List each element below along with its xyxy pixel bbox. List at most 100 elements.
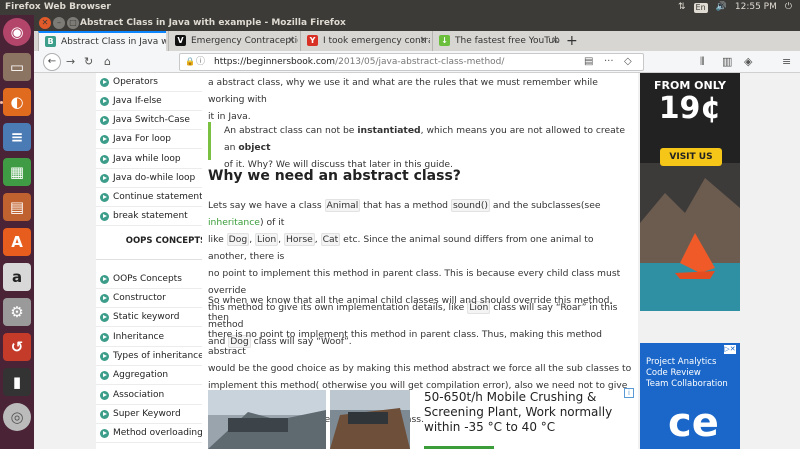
sidebar-link-label: Method overloading [113,428,203,438]
clock[interactable]: 12:55 PM [735,0,777,15]
close-tab-icon[interactable]: ✕ [551,31,559,51]
files-icon[interactable]: ▭ [3,53,31,81]
dash-icon[interactable]: ◉ [3,18,31,46]
bullet-arrow-icon [100,78,109,87]
right-advertisement-bottom[interactable]: ▷✕ Project Analytics Code Review Team Co… [640,343,740,449]
code-term: Horse [284,233,315,246]
tab-i-took-emergency[interactable]: Y I took emergency contra ✕ [300,31,430,51]
ad-image[interactable] [208,390,326,449]
favicon-icon: V [175,35,186,46]
reload-button[interactable]: ↻ [84,54,93,70]
bullet-arrow-icon [100,333,109,342]
tab-emergency-contraception[interactable]: V Emergency Contraceptio ✕ [168,31,298,51]
bullet-arrow-icon [100,429,109,438]
text: like [208,234,227,245]
navigation-bar: ← → ↻ ⌂ ⓘ 🔒 https://beginnersbook.com/20… [34,51,800,73]
dvd-icon[interactable]: ◎ [3,403,31,431]
quote-bold: object [238,142,271,153]
settings-icon[interactable]: ⚙ [3,298,31,326]
calc-icon[interactable]: ▦ [3,158,31,186]
bullet-arrow-icon [100,193,109,202]
sidebar-link-label: Association [113,390,165,400]
url-path: /2013/05/java-abstract-class-method/ [335,57,505,67]
sidebar-toggle-icon[interactable]: ▥ [722,54,732,70]
site-info-icon[interactable]: ⓘ [196,54,205,70]
article-content: a abstract class, why we use it and what… [202,73,638,449]
text: ) of it [259,217,285,228]
url-bar[interactable]: ⓘ 🔒 https://beginnersbook.com/2013/05/ja… [179,53,644,71]
paragraph-line: like Dog, Lion, Horse, Cat etc. Since th… [208,231,632,265]
ad-headline[interactable]: 50-650t/h Mobile Crushing & Screening Pl… [424,390,634,435]
new-tab-button[interactable]: + [566,31,578,51]
back-button[interactable]: ← [43,53,61,71]
sidebar-link-label: Java while loop [113,154,181,164]
sidebar-link-label: Java Switch-Case [113,115,190,125]
right-advertisement-top[interactable]: FROM ONLY 19¢ VISIT US [640,73,740,311]
ad-image[interactable] [330,390,410,449]
code-term: Lion [255,233,279,246]
bullet-arrow-icon [100,116,109,125]
bullet-arrow-icon [100,174,109,183]
ad-info-icon[interactable]: i [624,388,634,398]
menu-icon[interactable]: ≡ [782,54,791,70]
minimize-window-button[interactable]: – [53,17,65,29]
sidebar-link-label: Java do-while loop [113,173,196,183]
update-icon[interactable]: ↺ [3,333,31,361]
writer-icon[interactable]: ≡ [3,123,31,151]
device-icon[interactable]: ▮ [3,368,31,396]
url-text[interactable]: https://beginnersbook.com/2013/05/java-a… [214,54,504,70]
sidebar-link-label: Constructor [113,293,166,303]
ad-choices-icon[interactable]: ▷✕ [724,345,736,354]
sidebar-link-label: Java If-else [113,96,162,106]
system-tray: ⇅ En 🔊 12:55 PM ⏻ [678,0,792,15]
text: , [314,234,321,245]
unity-launcher: ◉ ▭ ◐ ≡ ▦ ▤ A a ⚙ ↺ ▮ ◎ [0,15,34,449]
close-tab-icon[interactable]: ✕ [419,31,427,51]
bullet-arrow-icon [100,212,109,221]
close-window-button[interactable]: ✕ [39,17,51,29]
library-icon[interactable]: ⫴ [700,54,705,70]
reader-view-icon[interactable]: ▤ [584,54,593,70]
tab-fastest-youtube[interactable]: ↓ The fastest free YouTub ✕ [432,31,562,51]
power-icon[interactable]: ⏻ [785,0,792,15]
system-top-bar: Firefox Web Browser ⇅ En 🔊 12:55 PM ⏻ [0,0,800,15]
ad-price: 19¢ [658,91,722,126]
home-button[interactable]: ⌂ [104,54,111,70]
ad-feature-list: Project Analytics Code Review Team Colla… [646,357,728,390]
bullet-arrow-icon [100,410,109,419]
pocket-icon[interactable]: ◇ [624,54,632,70]
bullet-arrow-icon [100,313,109,322]
paragraph-line: there is no point to implement this meth… [208,329,602,357]
volume-icon[interactable]: 🔊 [716,0,727,15]
sidebar-link-label: Types of inheritance [113,351,204,361]
forward-button[interactable]: → [66,54,75,70]
extension-icon[interactable]: ◈ [744,54,752,70]
web-page: Operators Java If-else Java Switch-Case … [34,73,800,449]
network-icon[interactable]: ⇅ [678,0,686,15]
ad-feature: Team Collaboration [646,379,728,389]
bottom-advertisement[interactable]: 50-650t/h Mobile Crushing & Screening Pl… [202,385,638,449]
tab-abstract-class[interactable]: B Abstract Class in Java wi [38,31,166,51]
tab-label: I took emergency contra [323,36,430,46]
lock-icon: 🔒 [185,57,195,66]
software-center-icon[interactable]: A [3,228,31,256]
favicon-icon: Y [307,35,318,46]
page-scrollbar[interactable] [794,73,800,449]
amazon-icon[interactable]: a [3,263,31,291]
bullet-arrow-icon [100,275,109,284]
sidebar-link-label: break statement [113,211,188,221]
keyboard-layout-indicator[interactable]: En [693,2,708,13]
paragraph-line: would be the good choice as by making th… [208,363,632,374]
page-actions-button[interactable]: ··· [604,54,614,70]
inheritance-link[interactable]: inheritance [208,217,260,228]
code-term: Animal [324,199,361,212]
tab-bar: B Abstract Class in Java wi V Emergency … [34,31,800,51]
bullet-arrow-icon [100,135,109,144]
ad-big-letters: ce [668,400,719,446]
close-tab-icon[interactable]: ✕ [287,31,295,51]
impress-icon[interactable]: ▤ [3,193,31,221]
firefox-icon[interactable]: ◐ [3,88,31,116]
visit-us-button[interactable]: VISIT US [660,148,722,166]
ad-feature: Code Review [646,368,701,378]
maximize-window-button[interactable]: □ [67,17,79,29]
